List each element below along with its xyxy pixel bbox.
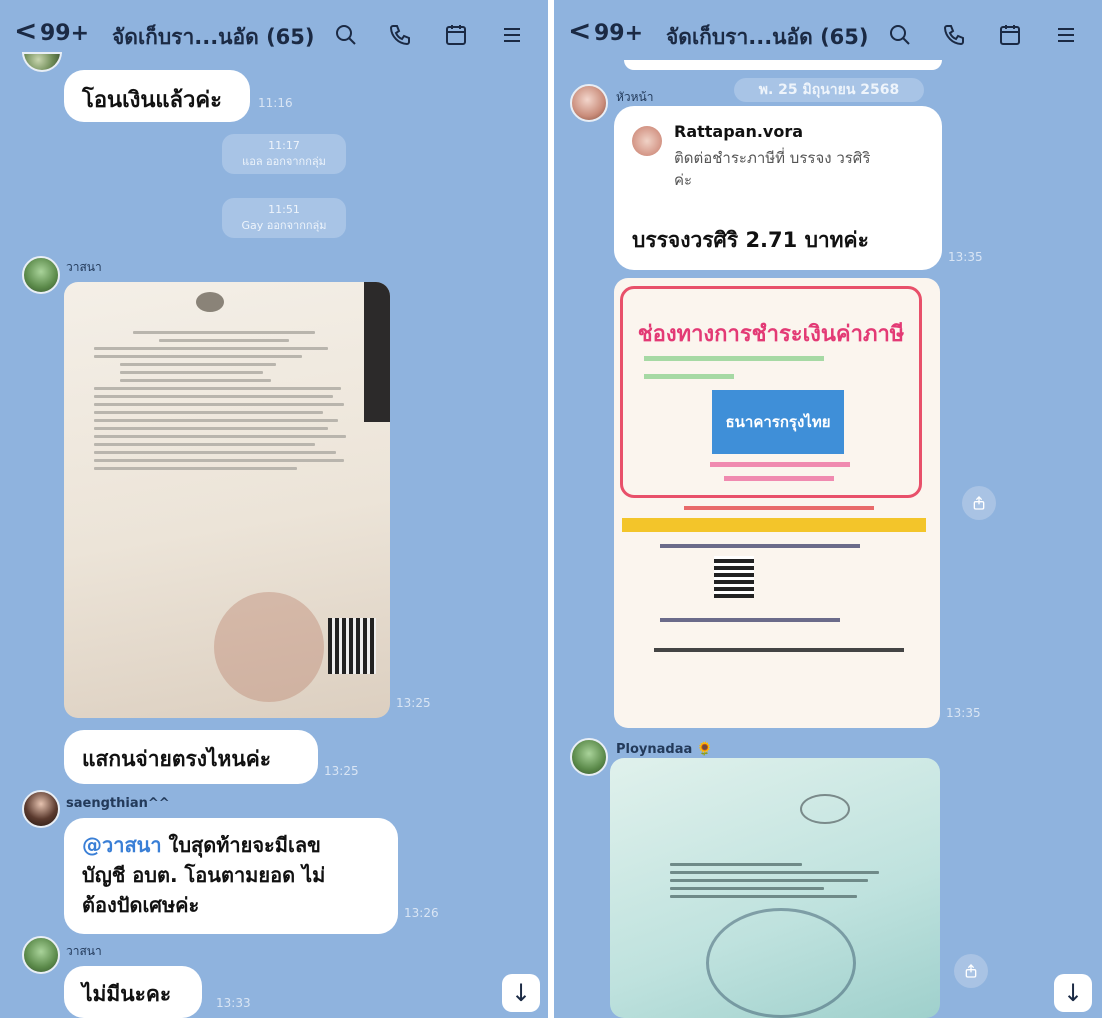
back-button[interactable]: < bbox=[568, 14, 591, 47]
avatar[interactable] bbox=[22, 256, 60, 294]
sender-name: วาสนา bbox=[66, 944, 102, 958]
reply-text: ติดต่อชำระภาษีที่ บรรจง วรศิริ bbox=[674, 149, 871, 167]
share-icon[interactable] bbox=[954, 954, 988, 988]
system-notice-text: แอล ออกจากกลุ่ม bbox=[242, 155, 326, 168]
photo-message[interactable] bbox=[64, 282, 390, 718]
search-icon[interactable] bbox=[332, 21, 360, 49]
date-chip: พ. 25 มิถุนายน 2568 bbox=[734, 78, 924, 102]
chat-title[interactable]: จัดเก็บรา...นอัด (65) bbox=[112, 21, 315, 54]
message-time: 11:16 bbox=[258, 96, 293, 110]
search-icon[interactable] bbox=[886, 21, 914, 49]
thumb-blur bbox=[214, 592, 324, 702]
chat-header: < 99+ จัดเก็บรา...นอัด (65) bbox=[0, 12, 548, 58]
scroll-down-button[interactable]: ↓ bbox=[502, 974, 540, 1012]
avatar[interactable] bbox=[570, 738, 608, 776]
emblem-image bbox=[800, 794, 850, 824]
message-bubble[interactable]: โอนเงินแล้วค่ะ bbox=[64, 70, 250, 122]
avatar[interactable] bbox=[22, 936, 60, 974]
message-bubble[interactable]: ไม่มีนะคะ bbox=[64, 966, 202, 1018]
message-text: บัญชี อบต. โอนตามยอด ไม่ bbox=[82, 863, 326, 887]
menu-icon[interactable] bbox=[1052, 21, 1080, 49]
message-time: 13:35 bbox=[946, 706, 981, 720]
avatar[interactable] bbox=[22, 790, 60, 828]
back-button[interactable]: < bbox=[14, 14, 37, 47]
message-time: 13:35 bbox=[948, 250, 983, 264]
message-bubble[interactable]: แสกนจ่ายตรงไหนค่ะ bbox=[64, 730, 318, 784]
image-text-line bbox=[710, 462, 850, 467]
message-time: 13:25 bbox=[324, 764, 359, 778]
document-text-block bbox=[94, 326, 354, 475]
image-text-line bbox=[684, 506, 874, 510]
reply-avatar bbox=[632, 126, 662, 156]
unread-count-badge[interactable]: 99+ bbox=[40, 21, 89, 46]
system-notice: 11:17 แอล ออกจากกลุ่ม bbox=[222, 134, 346, 174]
photo-message[interactable] bbox=[610, 758, 940, 1018]
image-text-line bbox=[654, 648, 904, 652]
phone-icon[interactable] bbox=[386, 21, 414, 49]
menu-icon[interactable] bbox=[498, 21, 526, 49]
system-notice: 11:51 Gay ออกจากกลุ่ม bbox=[222, 198, 346, 238]
image-text-line bbox=[644, 356, 824, 361]
sender-name: saengthian^^ bbox=[66, 796, 170, 811]
message-text: บรรจงวรศิริ 2.71 บาทค่ะ bbox=[632, 228, 869, 252]
chat-header: < 99+ จัดเก็บรา...นอัด (65) bbox=[554, 12, 1102, 58]
system-notice-time: 11:51 bbox=[268, 203, 300, 216]
chat-panel-left: < 99+ จัดเก็บรา...นอัด (65) โอนเงินแล้วค… bbox=[0, 0, 548, 1018]
message-time: 13:26 bbox=[404, 906, 439, 920]
image-text-line bbox=[660, 544, 860, 548]
message-time: 13:33 bbox=[216, 996, 251, 1010]
photo-edge bbox=[364, 282, 390, 422]
avatar[interactable] bbox=[570, 84, 608, 122]
reply-sender-name: Rattapan.vora bbox=[674, 122, 804, 141]
system-notice-text: Gay ออกจากกลุ่ม bbox=[241, 219, 327, 232]
image-text-line bbox=[660, 618, 840, 622]
photo-message[interactable]: ช่องทางการชำระเงินค่าภาษี ธนาคารกรุงไทย bbox=[614, 278, 940, 728]
mention-link[interactable]: @วาสนา bbox=[82, 833, 162, 857]
qr-code-image bbox=[714, 556, 754, 598]
qr-code-image bbox=[328, 618, 376, 674]
sender-name: วาสนา bbox=[66, 260, 102, 274]
share-icon[interactable] bbox=[962, 486, 996, 520]
image-text-line bbox=[644, 374, 734, 379]
message-bubble[interactable]: @วาสนา ใบสุดท้ายจะมีเลข บัญชี อบต. โอนตา… bbox=[64, 818, 398, 934]
message-text: ต้องปัดเศษค่ะ bbox=[82, 893, 200, 917]
image-text-line bbox=[724, 476, 834, 481]
message-text: ใบสุดท้ายจะมีเลข bbox=[168, 833, 321, 857]
document-text-block bbox=[670, 858, 890, 903]
reply-message-bubble[interactable]: Rattapan.vora ติดต่อชำระภาษีที่ บรรจง วร… bbox=[614, 106, 942, 270]
scroll-down-button[interactable]: ↓ bbox=[1054, 974, 1092, 1012]
stamp-image bbox=[706, 908, 856, 1018]
sender-name: หัวหน้า bbox=[616, 90, 654, 104]
calendar-icon[interactable] bbox=[996, 21, 1024, 49]
bank-logo: ธนาคารกรุงไทย bbox=[712, 390, 844, 454]
sender-name: Ploynadaa 🌻 bbox=[616, 742, 713, 757]
emblem-image bbox=[196, 292, 224, 312]
image-banner bbox=[622, 518, 926, 532]
calendar-icon[interactable] bbox=[442, 21, 470, 49]
previous-message-edge bbox=[624, 60, 942, 70]
image-title: ช่องทางการชำระเงินค่าภาษี bbox=[637, 322, 905, 347]
reply-text: ค่ะ bbox=[674, 171, 693, 189]
message-time: 13:25 bbox=[396, 696, 431, 710]
unread-count-badge[interactable]: 99+ bbox=[594, 21, 643, 46]
chat-title[interactable]: จัดเก็บรา...นอัด (65) bbox=[666, 21, 869, 54]
avatar[interactable] bbox=[22, 52, 62, 72]
system-notice-time: 11:17 bbox=[268, 139, 300, 152]
chat-panel-right: < 99+ จัดเก็บรา...นอัด (65) หัวหน้า พ. 2… bbox=[554, 0, 1102, 1018]
phone-icon[interactable] bbox=[940, 21, 968, 49]
